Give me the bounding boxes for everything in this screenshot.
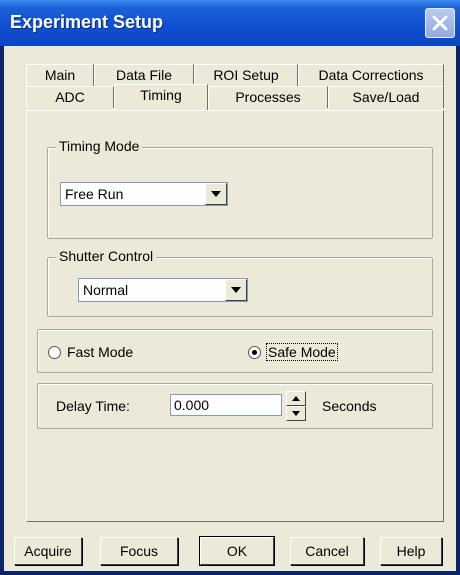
safe-mode-radio[interactable]: Safe Mode xyxy=(248,343,338,361)
timing-mode-select[interactable]: Free Run xyxy=(60,182,228,206)
fast-mode-label: Fast Mode xyxy=(67,344,134,360)
tab-data-corrections[interactable]: Data Corrections xyxy=(298,64,444,86)
tab-timing[interactable]: Timing xyxy=(114,84,208,110)
spin-up-button[interactable] xyxy=(286,391,306,406)
focus-button[interactable]: Focus xyxy=(100,537,178,565)
safe-mode-label: Safe Mode xyxy=(266,343,338,361)
timing-mode-label: Timing Mode xyxy=(56,138,143,154)
chevron-down-icon xyxy=(231,287,241,293)
safe-mode-radio-circle[interactable] xyxy=(248,345,261,359)
shutter-control-select[interactable]: Normal xyxy=(78,278,248,302)
mode-group: Fast Mode Safe Mode xyxy=(37,329,433,373)
cancel-button[interactable]: Cancel xyxy=(290,537,364,565)
experiment-setup-window: Experiment Setup Main Data File ROI Setu… xyxy=(0,0,460,575)
timing-mode-group: Timing Mode Free Run xyxy=(47,138,433,239)
tab-row-top: Main Data File ROI Setup Data Correction… xyxy=(26,64,444,86)
ok-button[interactable]: OK xyxy=(199,536,275,566)
fast-mode-radio[interactable]: Fast Mode xyxy=(48,344,133,360)
delay-time-spinner[interactable] xyxy=(286,391,306,421)
delay-time-input[interactable]: 0.000 xyxy=(170,394,282,416)
help-button[interactable]: Help xyxy=(380,537,442,565)
tab-row-bottom: ADC Timing Processes Save/Load xyxy=(26,84,444,110)
timing-panel: Timing Mode Free Run Shutter Control Nor… xyxy=(26,110,444,522)
spin-down-icon xyxy=(292,411,300,416)
title-bar[interactable]: Experiment Setup xyxy=(0,0,460,46)
tab-control: Main Data File ROI Setup Data Correction… xyxy=(26,64,446,522)
timing-mode-dropdown-button[interactable] xyxy=(205,183,227,205)
tab-processes[interactable]: Processes xyxy=(208,86,328,108)
shutter-control-group: Shutter Control Normal xyxy=(47,248,433,317)
shutter-control-value: Normal xyxy=(83,282,129,298)
delay-time-label: Delay Time: xyxy=(56,398,130,414)
fast-mode-radio-circle[interactable] xyxy=(48,345,61,359)
window-title: Experiment Setup xyxy=(10,12,164,32)
delay-time-group: Delay Time: 0.000 Seconds xyxy=(37,383,433,429)
tab-save-load[interactable]: Save/Load xyxy=(328,86,444,108)
tab-roi-setup[interactable]: ROI Setup xyxy=(194,64,298,86)
tab-data-file[interactable]: Data File xyxy=(94,64,194,86)
close-icon xyxy=(432,15,448,31)
acquire-button[interactable]: Acquire xyxy=(14,537,82,565)
delay-time-unit: Seconds xyxy=(322,398,377,414)
spin-down-button[interactable] xyxy=(286,406,306,421)
spin-up-icon xyxy=(292,396,300,401)
timing-mode-value: Free Run xyxy=(65,186,124,202)
dialog-body: Main Data File ROI Setup Data Correction… xyxy=(4,46,456,571)
shutter-control-label: Shutter Control xyxy=(56,248,157,264)
shutter-control-dropdown-button[interactable] xyxy=(225,279,247,301)
chevron-down-icon xyxy=(211,191,221,197)
tab-adc[interactable]: ADC xyxy=(26,86,114,108)
tab-main[interactable]: Main xyxy=(26,64,94,86)
close-button[interactable] xyxy=(425,8,455,38)
